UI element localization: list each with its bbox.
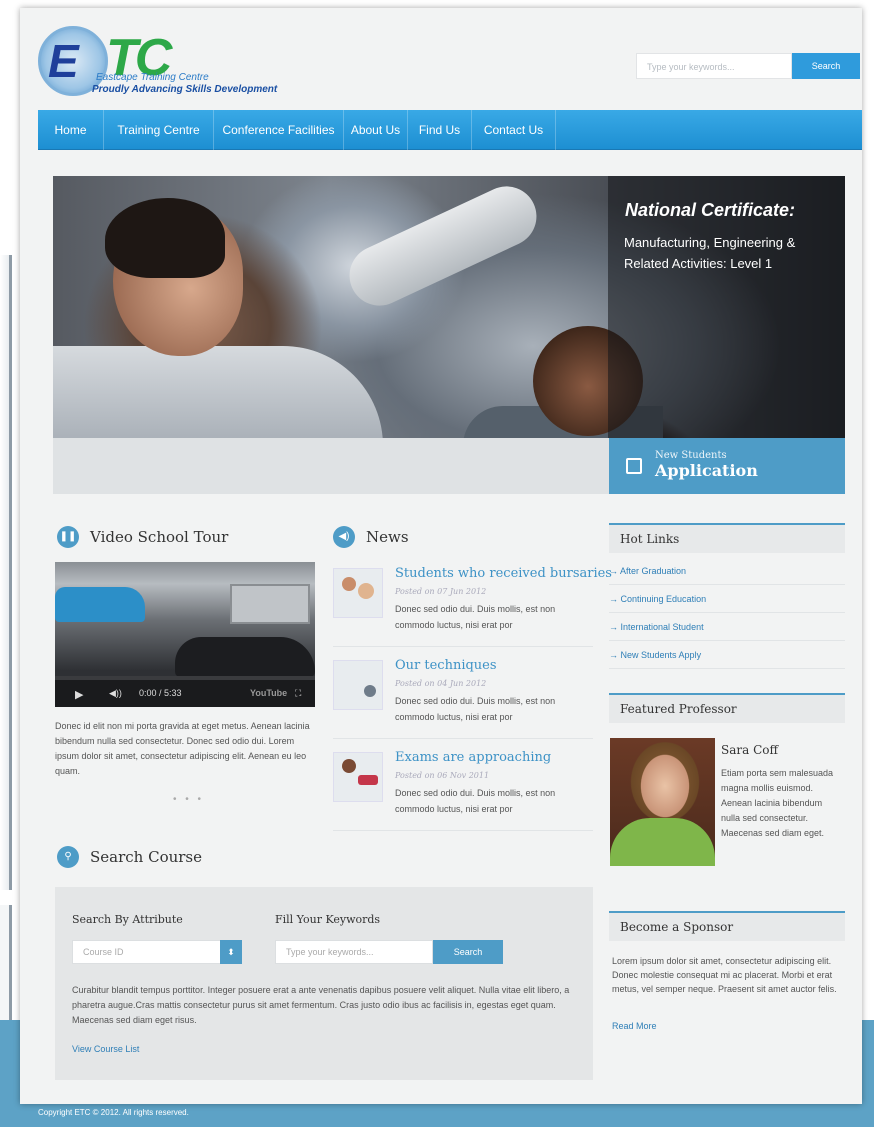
hot-link-continuing-education[interactable]: → Continuing Education bbox=[609, 585, 845, 613]
news-item-title[interactable]: Students who received bursaries bbox=[395, 566, 612, 581]
nav-item-conference-facilities[interactable]: Conference Facilities bbox=[214, 110, 344, 150]
keywords-input[interactable]: Type your keywords... bbox=[275, 940, 433, 964]
news-thumbnail[interactable] bbox=[333, 660, 383, 710]
hot-link-after-graduation[interactable]: → After Graduation bbox=[609, 557, 845, 585]
nav-item-training-centre[interactable]: Training Centre bbox=[104, 110, 214, 150]
news-item-excerpt: Donec sed odio dui. Duis mollis, est non… bbox=[395, 604, 556, 630]
search-course-title: Search Course bbox=[90, 848, 203, 866]
volume-icon[interactable]: ◀)) bbox=[109, 688, 122, 699]
hero-subtitle: Manufacturing, Engineering & Related Act… bbox=[624, 235, 796, 271]
search-course-description: Curabitur blandit tempus porttitor. Inte… bbox=[72, 985, 570, 1025]
video-controls: ▶ ◀)) 0:00 / 5:33 YouTube ⛶ bbox=[55, 680, 315, 707]
hero-title: National Certificate: bbox=[625, 200, 796, 220]
youtube-logo[interactable]: YouTube bbox=[250, 688, 287, 698]
video-frame-car-2 bbox=[175, 637, 315, 677]
hot-link-international-student[interactable]: → International Student bbox=[609, 613, 845, 641]
news-thumbnail[interactable] bbox=[333, 752, 383, 802]
copyright: Copyright ETC © 2012. All rights reserve… bbox=[38, 1108, 189, 1117]
news-item-title[interactable]: Exams are approaching bbox=[395, 750, 551, 765]
slider-caption-strip bbox=[53, 438, 609, 494]
header-search-input[interactable]: Type your keywords... bbox=[636, 53, 792, 79]
hero-photo-figure bbox=[53, 346, 383, 438]
calendar-icon bbox=[626, 458, 642, 474]
hot-link-new-students-apply[interactable]: → New Students Apply bbox=[609, 641, 845, 669]
video-frame-car bbox=[55, 587, 145, 622]
header-search-button[interactable]: Search bbox=[792, 53, 860, 79]
fill-keywords-label: Fill Your Keywords bbox=[275, 913, 381, 926]
hero-photo-hair bbox=[105, 198, 225, 278]
hot-link-label: New Students Apply bbox=[620, 650, 702, 660]
speaker-icon: ◀) bbox=[333, 526, 355, 548]
news-item-date: Posted on 07 Jun 2012 bbox=[395, 587, 487, 596]
news-section-title: News bbox=[366, 528, 409, 546]
video-time: 0:00 / 5:33 bbox=[139, 688, 182, 698]
news-item-date: Posted on 04 Jun 2012 bbox=[395, 679, 487, 688]
video-frame-shelf bbox=[230, 584, 310, 624]
hero-slider[interactable]: National Certificate: Manufacturing, Eng… bbox=[53, 176, 845, 438]
search-course-button[interactable]: Search bbox=[433, 940, 503, 964]
search-icon: ⚲ bbox=[57, 846, 79, 868]
background-window-edge bbox=[0, 255, 12, 890]
sponsor-title: Become a Sponsor bbox=[609, 911, 845, 941]
logo-letter-e: E bbox=[48, 35, 79, 87]
video-section-title: Video School Tour bbox=[90, 528, 229, 546]
logo-subtitle: Eastcape Training Centre bbox=[96, 72, 209, 83]
news-divider bbox=[333, 646, 593, 647]
read-more-link[interactable]: Read More bbox=[612, 1021, 657, 1031]
news-thumbnail[interactable] bbox=[333, 568, 383, 618]
fullscreen-icon[interactable]: ⛶ bbox=[295, 688, 301, 699]
stage: E TC Eastcape Training Centre Proudly Ad… bbox=[0, 0, 874, 1127]
video-description: Donec id elit non mi porta gravida at eg… bbox=[55, 721, 310, 776]
sponsor-text: Lorem ipsum dolor sit amet, consectetur … bbox=[612, 956, 837, 994]
hot-link-label: Continuing Education bbox=[620, 594, 707, 604]
pause-icon: ❚❚ bbox=[57, 526, 79, 548]
hot-link-label: After Graduation bbox=[620, 566, 687, 576]
nav-item-find-us[interactable]: Find Us bbox=[408, 110, 472, 150]
application-small-label: New Students bbox=[655, 450, 727, 461]
view-course-list-link[interactable]: View Course List bbox=[72, 1044, 139, 1054]
hot-links-title: Hot Links bbox=[609, 523, 845, 553]
application-label: Application bbox=[655, 461, 758, 480]
news-item-excerpt: Donec sed odio dui. Duis mollis, est non… bbox=[395, 788, 556, 814]
news-divider bbox=[333, 830, 593, 831]
news-item-excerpt: Donec sed odio dui. Duis mollis, est non… bbox=[395, 696, 556, 722]
news-divider bbox=[333, 738, 593, 739]
logo-tagline: Proudly Advancing Skills Development bbox=[92, 84, 278, 95]
hot-link-label: International Student bbox=[620, 622, 704, 632]
carousel-dots[interactable]: • • • bbox=[173, 794, 204, 805]
nav-item-contact-us[interactable]: Contact Us bbox=[472, 110, 556, 150]
professor-bio: Etiam porta sem malesuada magna mollis e… bbox=[721, 768, 834, 838]
video-player[interactable]: ▶ ◀)) 0:00 / 5:33 YouTube ⛶ bbox=[55, 562, 315, 707]
application-button[interactable]: New Students Application bbox=[609, 438, 845, 494]
select-arrows-icon[interactable]: ⬍ bbox=[220, 940, 242, 964]
main-nav: Home Training Centre Conference Faciliti… bbox=[38, 110, 862, 150]
news-item-title[interactable]: Our techniques bbox=[395, 658, 497, 673]
news-item-date: Posted on 06 Nov 2011 bbox=[395, 771, 490, 780]
nav-item-home[interactable]: Home bbox=[38, 110, 104, 150]
site-logo[interactable]: E TC Eastcape Training Centre Proudly Ad… bbox=[34, 22, 294, 102]
nav-item-about-us[interactable]: About Us bbox=[344, 110, 408, 150]
search-by-attribute-label: Search By Attribute bbox=[72, 913, 183, 926]
play-icon[interactable]: ▶ bbox=[75, 688, 83, 701]
professor-name[interactable]: Sara Coff bbox=[721, 743, 778, 757]
featured-professor-title: Featured Professor bbox=[609, 693, 845, 723]
course-id-select[interactable]: Course ID bbox=[72, 940, 242, 964]
